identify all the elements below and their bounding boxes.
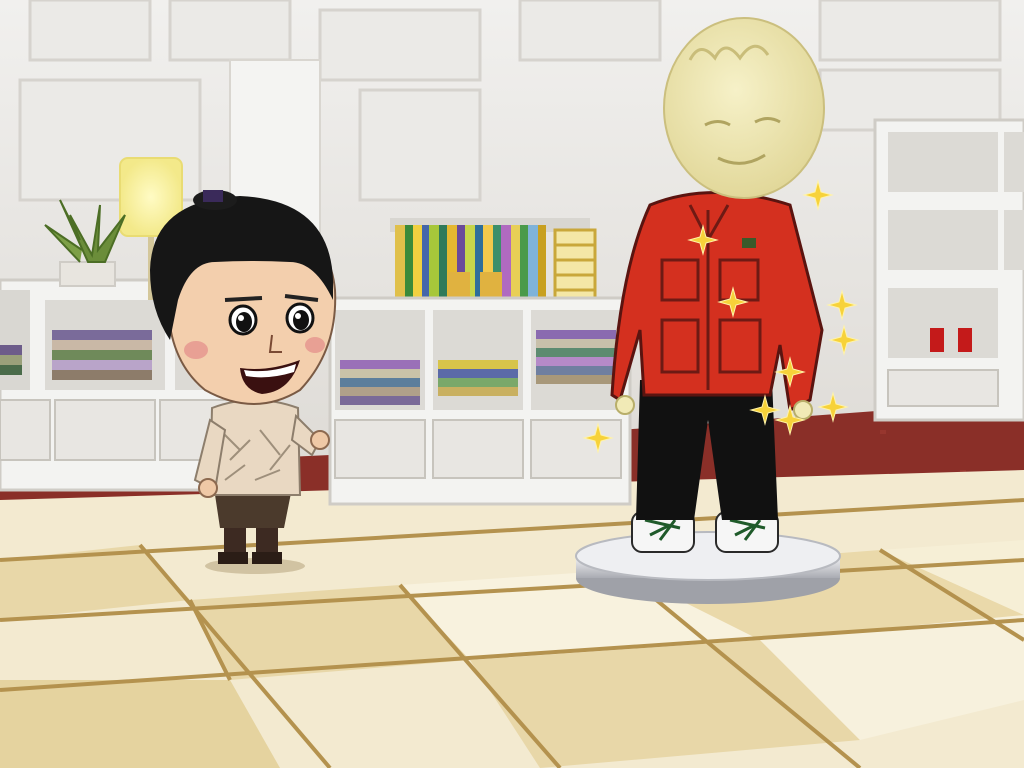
right-shelf bbox=[873, 118, 1024, 422]
folded-clothes-stack-icon bbox=[536, 330, 616, 384]
center-shelf bbox=[328, 296, 632, 506]
folded-clothes-stack-icon bbox=[52, 330, 152, 380]
round-silver-pedestal bbox=[575, 531, 841, 604]
game-scene bbox=[0, 0, 1024, 768]
tiled-floor bbox=[0, 470, 1024, 768]
book-shelf-icon bbox=[390, 218, 597, 300]
scene-canvas bbox=[0, 0, 1024, 768]
folded-clothes-stack-icon bbox=[340, 360, 420, 405]
folded-clothes-stack-icon bbox=[438, 360, 518, 396]
